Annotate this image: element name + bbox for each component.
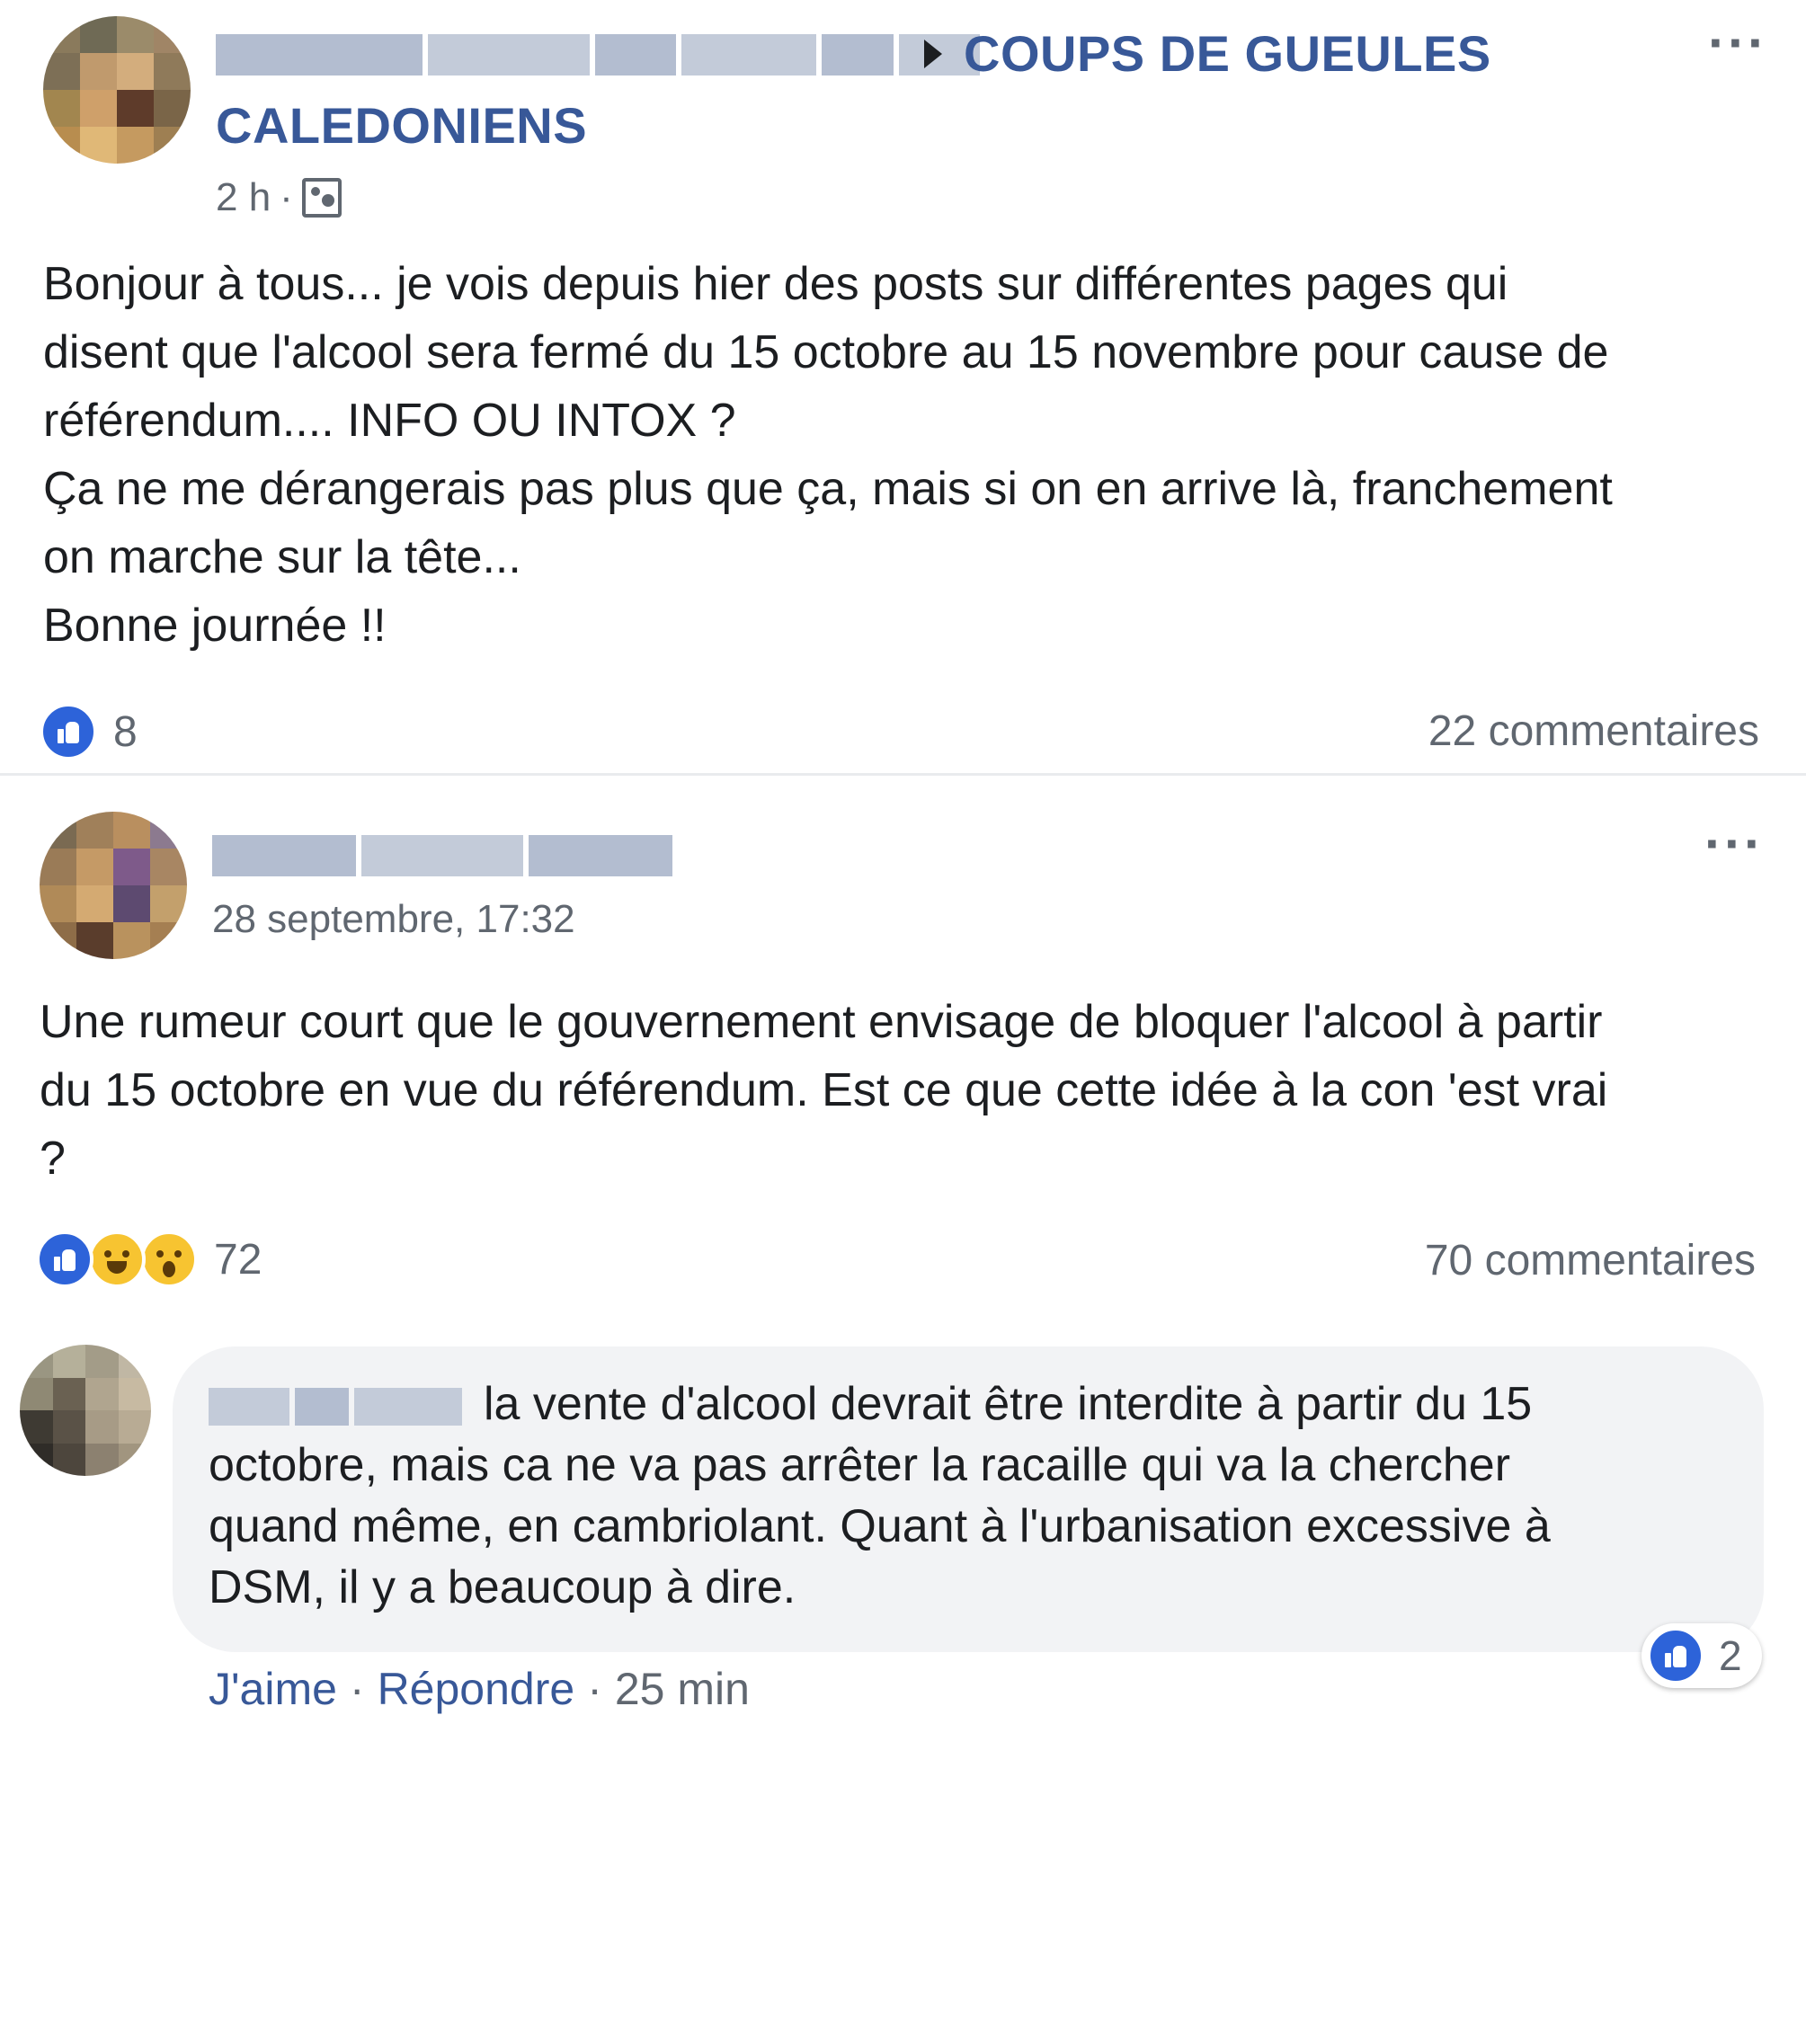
post-meta: 2 h · xyxy=(216,173,342,223)
meta-separator: · xyxy=(280,175,293,219)
comment-line: octobre, mais ca ne va pas arrêter la ra… xyxy=(209,1439,1511,1491)
post-line: Une rumeur court que le gouvernement env… xyxy=(40,996,1603,1048)
like-reaction-icon xyxy=(40,703,97,760)
comment-line: quand même, en cambriolant. Quant à l'ur… xyxy=(209,1500,1551,1552)
comment-time[interactable]: 25 min xyxy=(615,1663,750,1715)
group-name-line1[interactable]: COUPS DE GUEULES xyxy=(964,18,1491,90)
like-link[interactable]: J'aime xyxy=(209,1663,337,1715)
comment-line: DSM, il y a beaucoup à dire. xyxy=(209,1561,796,1613)
comment: la vente d'alcool devrait être interdite… xyxy=(0,1312,1806,1762)
audience-icon[interactable] xyxy=(301,178,342,218)
author-avatar[interactable] xyxy=(40,812,187,959)
more-options-icon[interactable]: ··· xyxy=(1704,817,1764,871)
post-line: disent que l'alcool sera fermé du 15 oct… xyxy=(43,326,1609,378)
post-2: 28 septembre, 17:32 ··· Une rumeur court… xyxy=(0,773,1806,1315)
comment-actions: J'aime · Répondre · 25 min xyxy=(209,1663,750,1715)
post-body: Bonjour à tous... je vois depuis hier de… xyxy=(43,250,1778,660)
post-line: Bonjour à tous... je vois depuis hier de… xyxy=(43,258,1508,310)
commenter-name-blurred[interactable] xyxy=(209,1388,467,1426)
post-line: référendum.... INFO OU INTOX ? xyxy=(43,395,736,447)
wow-reaction-icon xyxy=(140,1231,198,1288)
post-date-text[interactable]: 28 septembre, 17:32 xyxy=(212,894,575,945)
post-body: Une rumeur court que le gouvernement env… xyxy=(40,988,1775,1193)
post-1: COUPS DE GUEULES CALEDONIENS 2 h · ··· B… xyxy=(0,0,1806,773)
post-line: Ça ne me dérangerais pas plus que ça, ma… xyxy=(43,463,1613,515)
post-line: du 15 octobre en vue du référendum. Est … xyxy=(40,1064,1608,1116)
author-name-blurred[interactable] xyxy=(212,835,672,876)
comment-reaction-count: 2 xyxy=(1719,1632,1742,1679)
haha-reaction-icon xyxy=(88,1231,146,1288)
like-reaction-icon xyxy=(1647,1627,1704,1684)
reaction-count: 8 xyxy=(113,707,138,756)
reaction-summary[interactable]: 72 xyxy=(36,1231,262,1288)
author-avatar[interactable] xyxy=(43,16,191,164)
comment-line: la vente d'alcool devrait être interdite… xyxy=(484,1378,1533,1430)
more-options-icon[interactable]: ··· xyxy=(1708,16,1767,70)
group-arrow-icon xyxy=(924,40,942,68)
comment-body: la vente d'alcool devrait être interdite… xyxy=(209,1373,1692,1618)
post-line: on marche sur la tête... xyxy=(43,531,521,583)
comments-count[interactable]: 70 commentaires xyxy=(1425,1236,1756,1285)
comment-reaction-badge[interactable]: 2 xyxy=(1641,1623,1762,1688)
reaction-summary[interactable]: 8 xyxy=(40,703,138,760)
post-line: Bonne journée !! xyxy=(43,600,387,652)
like-reaction-icon xyxy=(36,1231,93,1288)
comments-count[interactable]: 22 commentaires xyxy=(1428,707,1759,756)
group-name-line2[interactable]: CALEDONIENS xyxy=(216,90,587,162)
post-date[interactable]: 28 septembre, 17:32 xyxy=(212,894,575,945)
action-separator: · xyxy=(349,1664,365,1714)
reaction-count: 72 xyxy=(214,1235,262,1284)
author-name-blurred[interactable] xyxy=(216,34,980,76)
reply-link[interactable]: Répondre xyxy=(378,1663,575,1715)
post-line: ? xyxy=(40,1133,66,1185)
commenter-avatar[interactable] xyxy=(20,1345,151,1476)
action-separator: · xyxy=(587,1664,602,1714)
post-time[interactable]: 2 h xyxy=(216,173,271,223)
